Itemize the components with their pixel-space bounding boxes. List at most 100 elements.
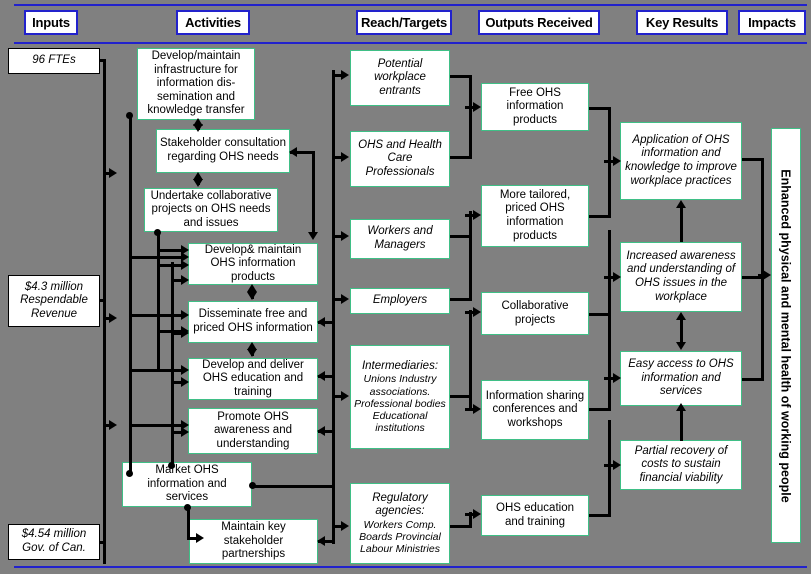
arrowhead-collab-to-develop-2 bbox=[181, 260, 189, 270]
arrowhead-disseminate-down bbox=[247, 292, 257, 300]
arrowhead-stakeholder-feedback bbox=[289, 147, 297, 157]
arrowhead-conferences-in bbox=[473, 404, 481, 414]
output-box-collaborative: Collaborative projects bbox=[481, 292, 589, 335]
connector-priced-out bbox=[589, 215, 611, 218]
connector-awareness-to-application bbox=[680, 207, 683, 242]
impact-box-enhanced-health: Enhanced physical and mental health of w… bbox=[771, 128, 801, 543]
activity-label-education-training: Develop and deliver OHS education and tr… bbox=[202, 358, 304, 398]
junction-dot-market-right bbox=[249, 482, 256, 489]
arrowhead-secondary-to-edu bbox=[181, 377, 189, 387]
connector-reach-trunk bbox=[332, 70, 335, 544]
column-header-outputs-received: Outputs Received bbox=[478, 10, 600, 35]
connector-market-to-trunk bbox=[252, 485, 334, 488]
activity-box-education-training: Develop and deliver OHS education and tr… bbox=[188, 358, 318, 400]
connector-respendable-out bbox=[100, 299, 106, 302]
reach-label-intermediaries: Intermediaries: bbox=[361, 359, 439, 372]
column-header-impacts: Impacts bbox=[738, 10, 806, 35]
reach-box-potential-entrants: Potential workplace entrants bbox=[350, 50, 450, 106]
input-label-gov-of-can: $4.54 million Gov. of Can. bbox=[21, 528, 87, 554]
arrowhead-partnerships-to-trunk bbox=[317, 536, 325, 546]
column-header-activities: Activities bbox=[176, 10, 250, 35]
activity-box-stakeholder-consultation: Stakeholder consultation regarding OHS n… bbox=[156, 129, 290, 173]
arrowhead-secondary-to-develop bbox=[181, 275, 189, 285]
output-box-conferences: Information sharing conferences and work… bbox=[481, 380, 589, 440]
junction-dot-collab bbox=[154, 229, 161, 236]
arrowhead-input-branch-a bbox=[109, 168, 117, 178]
reach-label-ohs-health-care: OHS and Health Care Professionals bbox=[358, 138, 442, 178]
output-label-collaborative: Collaborative projects bbox=[501, 299, 569, 326]
connector-outputs-bracket-c2 bbox=[608, 420, 611, 516]
reach-label-employers: Employers bbox=[372, 294, 428, 307]
input-label-ftes: 96 FTEs bbox=[32, 54, 76, 67]
activity-label-stakeholder-consultation: Stakeholder consultation regarding OHS n… bbox=[160, 137, 286, 163]
column-header-key-results: Key Results bbox=[636, 10, 728, 35]
reach-box-regulatory-agencies: Regulatory agencies: Workers Comp. Board… bbox=[350, 483, 450, 564]
output-box-free-products: Free OHS information products bbox=[481, 83, 589, 131]
arrowhead-cost-to-easy-access bbox=[676, 403, 686, 411]
output-label-free-products: Free OHS information products bbox=[506, 86, 564, 126]
connector-outputs-bracket-b bbox=[608, 230, 611, 410]
arrowhead-cost-recovery-in bbox=[613, 460, 621, 470]
activity-label-partnerships: Maintain key stakeholder partnerships bbox=[221, 521, 286, 561]
connector-collab-to-develop bbox=[157, 249, 184, 252]
input-box-respendable-revenue: $4.3 million Respendable Revenue bbox=[8, 275, 100, 327]
top-rule bbox=[14, 4, 807, 6]
impact-label-enhanced-health: Enhanced physical and mental health of w… bbox=[779, 168, 793, 503]
arrowhead-impacts-in bbox=[763, 270, 771, 280]
connector-cost-to-easy-access bbox=[680, 409, 683, 441]
input-label-respendable-revenue: $4.3 million Respendable Revenue bbox=[20, 280, 88, 320]
result-label-application: Application of OHS information and knowl… bbox=[625, 133, 737, 187]
activity-box-partnerships: Maintain key stakeholder partnerships bbox=[189, 519, 318, 564]
activity-box-market: Market OHS information and services bbox=[122, 462, 252, 507]
result-label-awareness: Increased awareness and understanding of… bbox=[626, 249, 736, 303]
activity-box-collaborative-projects: Undertake collaborative projects on OHS … bbox=[144, 188, 278, 232]
arrowhead-priced-products-in bbox=[473, 210, 481, 220]
arrowhead-feeder-to-disseminate bbox=[181, 310, 189, 320]
arrowhead-collab-down bbox=[193, 179, 203, 187]
arrowhead-trunk-to-regulatory bbox=[341, 521, 349, 531]
input-box-gov-of-can: $4.54 million Gov. of Can. bbox=[8, 524, 100, 560]
arrowhead-easy-access-in bbox=[613, 373, 621, 383]
connector-activity-feeder-left bbox=[129, 115, 132, 475]
arrowhead-trunk-to-potential bbox=[341, 70, 349, 80]
connector-intermediaries-bracket bbox=[469, 310, 472, 410]
arrowhead-ohs-education-in bbox=[473, 509, 481, 519]
reach-box-ohs-health-care: OHS and Health Care Professionals bbox=[350, 131, 450, 187]
arrowhead-education-down bbox=[247, 349, 257, 357]
connector-collab-down bbox=[157, 232, 160, 372]
arrowhead-stakeholder-down bbox=[193, 124, 203, 132]
result-label-cost-recovery: Partial recovery of costs to sustain fin… bbox=[634, 444, 728, 484]
connector-feeder-to-promote bbox=[129, 424, 184, 427]
connector-potential-down bbox=[469, 75, 472, 109]
junction-dot-activity-feeder-bottom bbox=[126, 470, 133, 477]
arrowhead-awareness-down bbox=[676, 342, 686, 350]
input-box-ftes: 96 FTEs bbox=[8, 48, 100, 74]
arrowhead-trunk-to-intermediaries bbox=[341, 391, 349, 401]
arrowhead-education-to-trunk bbox=[317, 371, 325, 381]
arrowhead-disseminate-to-trunk bbox=[317, 317, 325, 327]
arrowhead-develop-up bbox=[247, 284, 257, 292]
arrowhead-market-to-partnerships bbox=[196, 533, 204, 543]
header-rule bbox=[14, 42, 807, 44]
connector-input-trunk-left bbox=[103, 59, 106, 564]
junction-dot-activity-feeder-top bbox=[126, 112, 133, 119]
arrowhead-collaborative-in bbox=[473, 307, 481, 317]
activity-label-collaborative-projects: Undertake collaborative projects on OHS … bbox=[150, 189, 272, 229]
connector-secondary-feeder bbox=[171, 262, 174, 467]
arrowhead-input-branch-c bbox=[109, 420, 117, 430]
connector-gov-out bbox=[100, 541, 106, 544]
arrowhead-awareness-to-application bbox=[676, 200, 686, 208]
activity-label-disseminate: Disseminate free and priced OHS informat… bbox=[193, 308, 313, 334]
arrowhead-easy-access-up bbox=[676, 312, 686, 320]
junction-dot-market-out bbox=[184, 504, 191, 511]
output-label-priced-products: More tailored, priced OHS information pr… bbox=[499, 188, 571, 242]
arrowhead-collab-to-develop bbox=[181, 245, 189, 255]
activity-label-infrastructure: Develop/maintain infrastructure for info… bbox=[147, 50, 245, 117]
connector-ohshc-up bbox=[469, 107, 472, 158]
arrowhead-input-branch-b bbox=[109, 313, 117, 323]
reach-label-workers-managers: Workers and Managers bbox=[367, 225, 433, 251]
result-box-awareness: Increased awareness and understanding of… bbox=[620, 242, 742, 312]
activity-label-promote-awareness: Promote OHS awareness and understanding bbox=[214, 410, 292, 450]
connector-impacts-bracket bbox=[761, 158, 764, 380]
arrowhead-secondary-to-dissem bbox=[181, 328, 189, 338]
